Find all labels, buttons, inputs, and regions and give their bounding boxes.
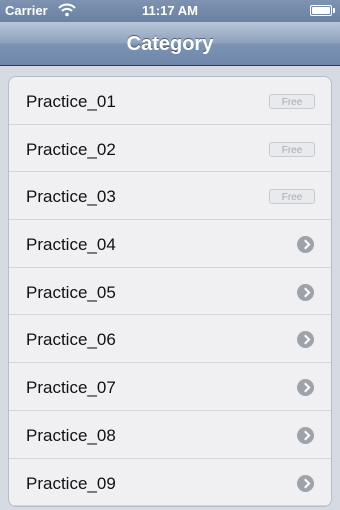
- category-list: Practice_01 Free Practice_02 Free Practice_0…: [8, 76, 332, 508]
- navigation-bar: Category: [0, 22, 340, 66]
- list-item-label: Practice_05: [26, 282, 116, 302]
- list-item[interactable]: Practice_05: [9, 268, 331, 316]
- list-item[interactable]: Practice_07: [9, 363, 331, 411]
- list-item-label: Practice_07: [26, 378, 116, 398]
- list-item[interactable]: Practice_06: [9, 315, 331, 364]
- list-item-label: Practice_09: [26, 473, 116, 493]
- list-item[interactable]: Practice_02 Free: [9, 125, 331, 173]
- list-item-label: Practice_04: [26, 235, 116, 255]
- content-area: Practice_01 Free Practice_02 Free Practice_0…: [0, 66, 340, 510]
- list-item[interactable]: Practice_01 Free: [9, 77, 331, 125]
- list-item-label: Practice_03: [26, 187, 116, 207]
- chevron-right-icon[interactable]: [297, 379, 314, 397]
- list-item[interactable]: Practice_09: [9, 459, 331, 507]
- list-item-label: Practice_02: [26, 139, 116, 159]
- list-item-label: Practice_06: [26, 330, 116, 350]
- chevron-right-icon[interactable]: [297, 283, 314, 301]
- free-badge: Free: [269, 189, 315, 205]
- chevron-right-icon[interactable]: [297, 474, 314, 492]
- page-title: Category: [126, 33, 214, 55]
- free-badge: Free: [269, 94, 315, 109]
- battery-icon: [310, 5, 335, 16]
- chevron-right-icon[interactable]: [297, 331, 314, 349]
- chevron-right-icon[interactable]: [297, 236, 314, 254]
- status-time: 11:17 AM: [142, 3, 198, 18]
- list-item-label: Practice_08: [26, 425, 116, 445]
- free-badge: Free: [269, 141, 315, 157]
- chevron-right-icon[interactable]: [297, 426, 314, 444]
- list-item-label: Practice_01: [26, 92, 116, 111]
- list-item[interactable]: Practice_08: [9, 411, 331, 459]
- list-item[interactable]: Practice_04: [9, 220, 331, 268]
- list-item[interactable]: Practice_03 Free: [9, 172, 331, 221]
- status-bar: Carrier 11:17 AM: [0, 0, 340, 22]
